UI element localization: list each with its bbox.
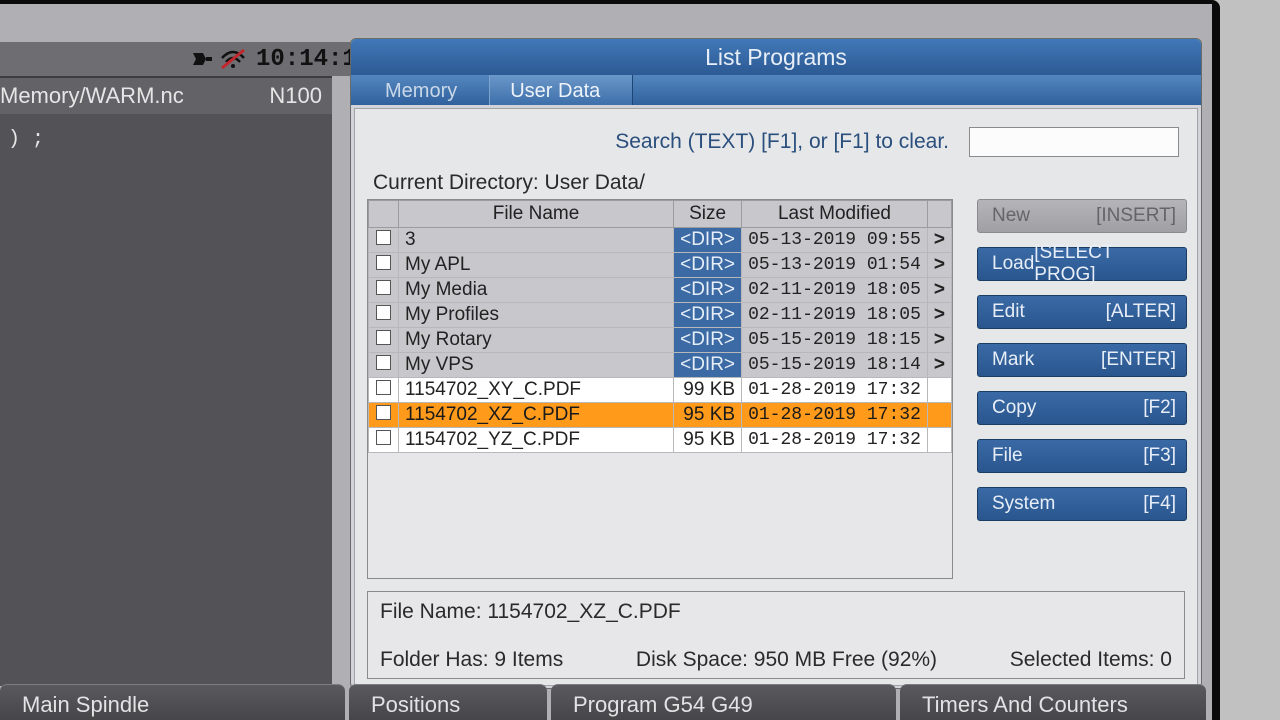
plug-icon xyxy=(190,50,214,68)
cell-size: <DIR> xyxy=(674,353,742,378)
cell-size: <DIR> xyxy=(674,278,742,303)
search-input[interactable] xyxy=(969,127,1179,157)
cell-filename: My APL xyxy=(399,253,674,278)
cell-filename: My Media xyxy=(399,278,674,303)
checkbox[interactable] xyxy=(376,280,391,295)
info-selected: Selected Items: 0 xyxy=(1010,648,1172,672)
checkbox[interactable] xyxy=(376,430,391,445)
cell-filename: My VPS xyxy=(399,353,674,378)
cell-size: 99 KB xyxy=(674,378,742,403)
cell-size: 95 KB xyxy=(674,403,742,428)
checkbox[interactable] xyxy=(376,255,391,270)
current-directory: Current Directory: User Data/ xyxy=(355,165,1197,199)
expand-arrow[interactable]: > xyxy=(927,278,951,303)
window-title: List Programs xyxy=(351,39,1201,75)
system-button[interactable]: System[F4] xyxy=(977,487,1187,521)
new-button: New[INSERT] xyxy=(977,199,1187,233)
bottom-tabs: Main SpindlePositionsProgram G54 G49Time… xyxy=(0,684,1206,720)
program-body: ) ; xyxy=(0,114,332,165)
cell-filename: 3 xyxy=(399,228,674,253)
cell-filename: 1154702_XY_C.PDF xyxy=(399,378,674,403)
table-row[interactable]: 1154702_XY_C.PDF99 KB01-28-2019 17:32 xyxy=(369,378,952,403)
table-row[interactable]: My Rotary<DIR>05-15-2019 18:15> xyxy=(369,328,952,353)
table-row[interactable]: 3<DIR>05-13-2019 09:55> xyxy=(369,228,952,253)
bottom-tab-timers-and-counters[interactable]: Timers And Counters xyxy=(900,684,1206,720)
col-filename[interactable]: File Name xyxy=(399,201,674,228)
expand-arrow[interactable]: > xyxy=(927,303,951,328)
info-disk-space: Disk Space: 950 MB Free (92%) xyxy=(636,648,937,672)
tab-user-data[interactable]: User Data xyxy=(489,75,633,105)
load-button[interactable]: Load[SELECT PROG] xyxy=(977,247,1187,281)
checkbox[interactable] xyxy=(376,380,391,395)
col-size[interactable]: Size xyxy=(674,201,742,228)
checkbox[interactable] xyxy=(376,355,391,370)
cell-modified: 05-13-2019 09:55 xyxy=(742,228,928,253)
file-table[interactable]: File Name Size Last Modified 3<DIR>05-13… xyxy=(367,199,953,579)
cell-filename: 1154702_YZ_C.PDF xyxy=(399,428,674,453)
checkbox[interactable] xyxy=(376,330,391,345)
col-modified[interactable]: Last Modified xyxy=(742,201,928,228)
info-filename: File Name: 1154702_XZ_C.PDF xyxy=(380,600,1172,624)
program-panel: Memory/WARM.nc N100 ) ; xyxy=(0,76,332,686)
wifi-disabled-icon xyxy=(220,48,246,70)
table-row[interactable]: 1154702_XZ_C.PDF95 KB01-28-2019 17:32 xyxy=(369,403,952,428)
checkbox[interactable] xyxy=(376,305,391,320)
cell-modified: 02-11-2019 18:05 xyxy=(742,278,928,303)
cell-modified: 01-28-2019 17:32 xyxy=(742,403,928,428)
info-folder-has: Folder Has: 9 Items xyxy=(380,648,563,672)
bottom-tab-main-spindle[interactable]: Main Spindle xyxy=(0,684,345,720)
expand-arrow xyxy=(927,378,951,403)
tabs-row: MemoryUser Data xyxy=(351,75,1201,105)
tab-memory[interactable]: Memory xyxy=(365,75,489,105)
mark-button[interactable]: Mark[ENTER] xyxy=(977,343,1187,377)
program-path: Memory/WARM.nc xyxy=(0,83,184,109)
cell-modified: 05-15-2019 18:15 xyxy=(742,328,928,353)
cell-size: <DIR> xyxy=(674,228,742,253)
cell-size: <DIR> xyxy=(674,303,742,328)
table-row[interactable]: My Media<DIR>02-11-2019 18:05> xyxy=(369,278,952,303)
cell-filename: My Profiles xyxy=(399,303,674,328)
cell-size: 95 KB xyxy=(674,428,742,453)
bottom-tab-program-g54-g49[interactable]: Program G54 G49 xyxy=(551,684,896,720)
cell-modified: 01-28-2019 17:32 xyxy=(742,428,928,453)
cell-modified: 02-11-2019 18:05 xyxy=(742,303,928,328)
cell-size: <DIR> xyxy=(674,328,742,353)
expand-arrow[interactable]: > xyxy=(927,228,951,253)
copy-button[interactable]: Copy[F2] xyxy=(977,391,1187,425)
expand-arrow xyxy=(927,428,951,453)
cell-filename: My Rotary xyxy=(399,328,674,353)
checkbox[interactable] xyxy=(376,230,391,245)
status-bar: 10:14:14 xyxy=(0,42,350,76)
cell-filename: 1154702_XZ_C.PDF xyxy=(399,403,674,428)
bottom-tab-positions[interactable]: Positions xyxy=(349,684,547,720)
cell-modified: 01-28-2019 17:32 xyxy=(742,378,928,403)
table-row[interactable]: 1154702_YZ_C.PDF95 KB01-28-2019 17:32 xyxy=(369,428,952,453)
cell-modified: 05-13-2019 01:54 xyxy=(742,253,928,278)
checkbox[interactable] xyxy=(376,405,391,420)
expand-arrow[interactable]: > xyxy=(927,253,951,278)
edit-button[interactable]: Edit[ALTER] xyxy=(977,295,1187,329)
file-button[interactable]: File[F3] xyxy=(977,439,1187,473)
expand-arrow[interactable]: > xyxy=(927,328,951,353)
cell-size: <DIR> xyxy=(674,253,742,278)
cell-modified: 05-15-2019 18:14 xyxy=(742,353,928,378)
info-panel: File Name: 1154702_XZ_C.PDF Folder Has: … xyxy=(367,591,1185,679)
table-row[interactable]: My APL<DIR>05-13-2019 01:54> xyxy=(369,253,952,278)
table-row[interactable]: My Profiles<DIR>02-11-2019 18:05> xyxy=(369,303,952,328)
expand-arrow xyxy=(927,403,951,428)
expand-arrow[interactable]: > xyxy=(927,353,951,378)
action-buttons: New[INSERT] Load[SELECT PROG] Edit[ALTER] M… xyxy=(977,199,1187,579)
search-hint: Search (TEXT) [F1], or [F1] to clear. xyxy=(615,130,949,154)
program-nline: N100 xyxy=(269,83,322,109)
table-row[interactable]: My VPS<DIR>05-15-2019 18:14> xyxy=(369,353,952,378)
list-programs-window: List Programs MemoryUser Data Search (TE… xyxy=(350,38,1202,689)
